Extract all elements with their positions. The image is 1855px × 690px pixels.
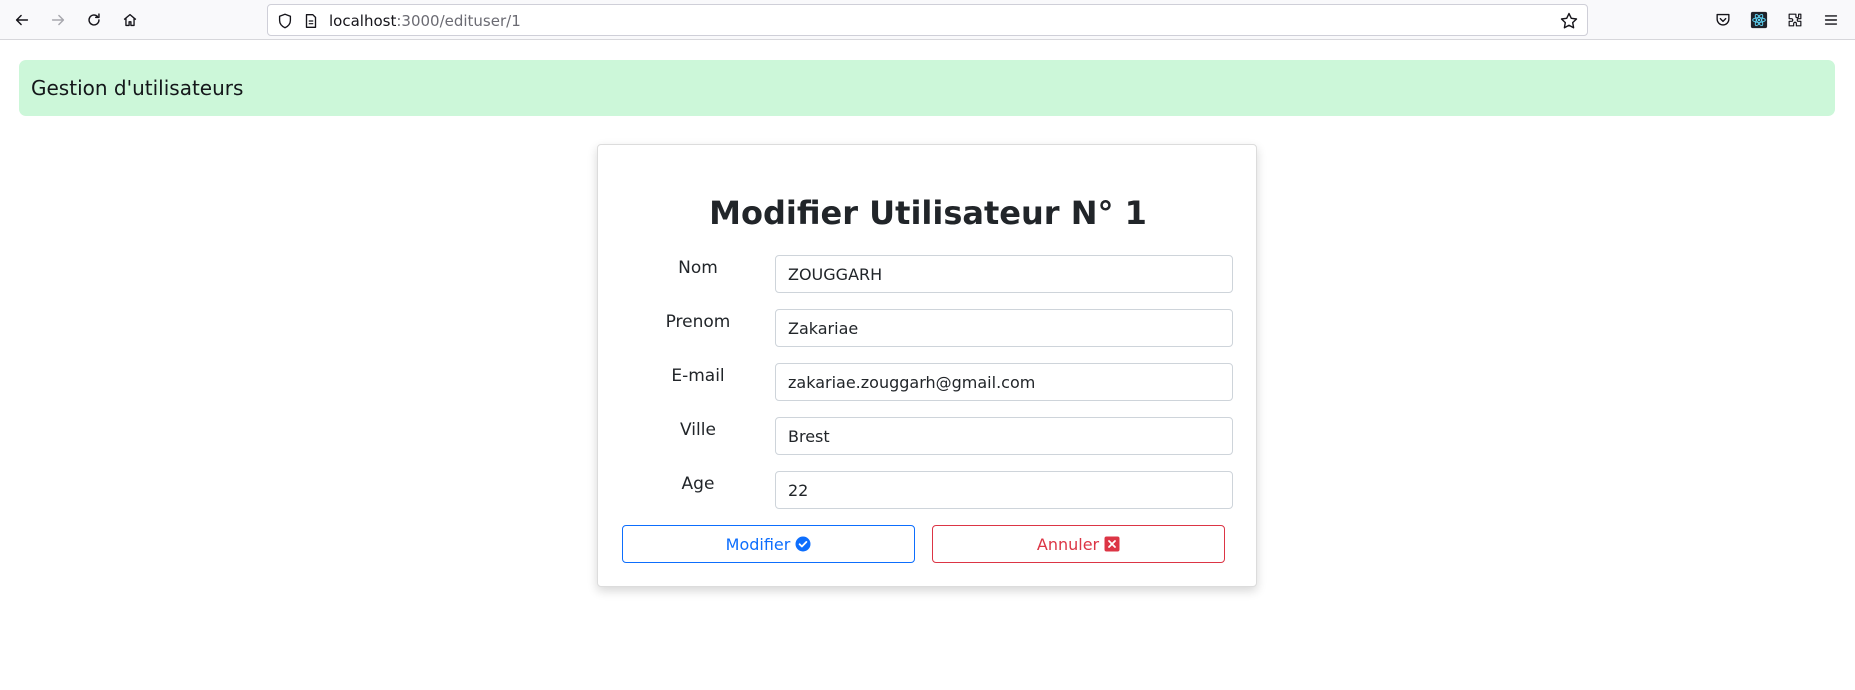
url-host: localhost [329,12,397,30]
back-icon[interactable] [8,6,36,34]
modifier-button-label: Modifier [725,534,791,554]
menu-icon[interactable] [1817,6,1845,34]
close-square-icon [1104,536,1120,552]
email-input[interactable] [775,363,1233,401]
browser-toolbar: localhost:3000/edituser/1 [0,0,1855,40]
shield-icon[interactable] [276,12,294,30]
extensions-icon[interactable] [1781,6,1809,34]
pocket-icon[interactable] [1709,6,1737,34]
annuler-button-label: Annuler [1036,534,1100,554]
age-label: Age [681,474,715,494]
age-input[interactable] [775,471,1233,509]
form-title: Modifier Utilisateur N° 1 [709,194,1147,232]
url-bar[interactable]: localhost:3000/edituser/1 [267,4,1588,36]
reload-icon[interactable] [80,6,108,34]
forward-icon[interactable] [44,6,72,34]
ville-input[interactable] [775,417,1233,455]
check-circle-icon [795,536,811,552]
header-banner: Gestion d'utilisateurs [19,60,1835,116]
url-path: :3000/edituser/1 [396,12,521,30]
annuler-button[interactable]: Annuler [932,525,1225,563]
email-label: E-mail [671,366,725,386]
edit-user-card: Modifier Utilisateur N° 1 Nom Prenom E-m… [597,144,1257,587]
nom-label: Nom [678,258,718,278]
home-icon[interactable] [116,6,144,34]
react-devtools-icon[interactable] [1745,6,1773,34]
url-text[interactable]: localhost:3000/edituser/1 [329,11,521,31]
prenom-label: Prenom [665,312,731,332]
modifier-button[interactable]: Modifier [622,525,915,563]
bookmark-star-icon[interactable] [1559,11,1579,31]
prenom-input[interactable] [775,309,1233,347]
page-icon[interactable] [302,12,320,30]
ville-label: Ville [680,420,716,440]
app-title: Gestion d'utilisateurs [31,76,244,100]
nom-input[interactable] [775,255,1233,293]
